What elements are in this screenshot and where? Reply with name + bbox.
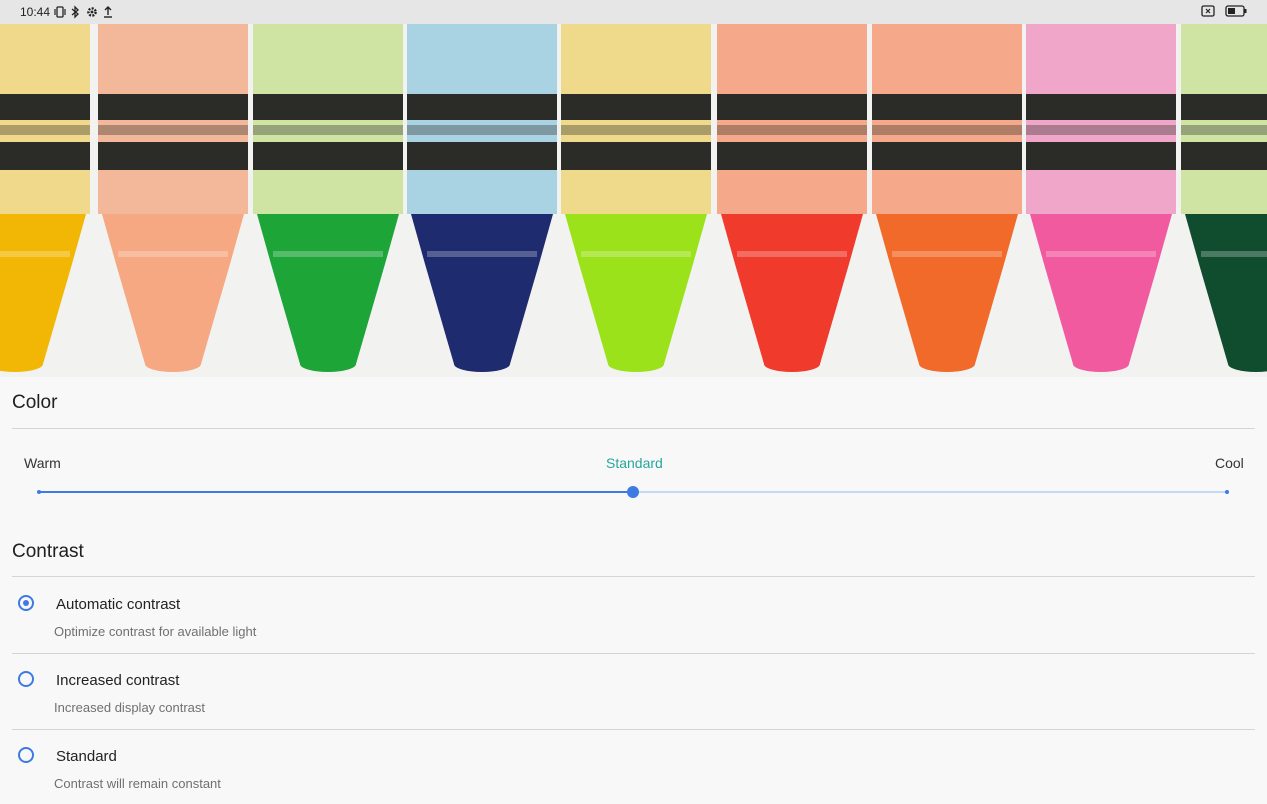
status-time: 10:44 [20,5,51,19]
option-automatic-contrast[interactable]: Automatic contrast Optimize contrast for… [12,577,1255,652]
option-description: Contrast will remain constant [54,776,221,791]
slider-thumb[interactable] [627,486,639,498]
option-description: Increased display contrast [54,700,206,715]
option-standard-contrast[interactable]: Standard Contrast will remain constant [12,729,1255,804]
slider-start-dot [37,490,41,494]
bluetooth-icon [70,5,82,19]
vibrate-icon [54,5,66,19]
option-title: Automatic contrast [56,596,181,613]
slider-fill [39,491,633,493]
status-bar: 10:44 [0,0,1267,24]
settings-icon [86,5,98,19]
color-temperature-slider[interactable] [37,486,1229,498]
upload-icon [102,5,114,19]
radio-increased-contrast[interactable] [18,671,34,687]
contrast-section-title: Contrast [12,541,84,562]
crayons-hero-image [0,24,1267,377]
radio-automatic-contrast[interactable] [18,595,34,611]
color-section-title: Color [12,392,58,413]
battery-icon [1225,4,1247,22]
option-title: Increased contrast [56,672,180,689]
option-increased-contrast[interactable]: Increased contrast Increased display con… [12,653,1255,728]
color-divider [12,428,1255,429]
option-title: Standard [56,748,117,765]
cool-label: Cool [1215,455,1244,471]
slider-end-dot [1225,490,1229,494]
radio-standard-contrast[interactable] [18,747,34,763]
warm-label: Warm [24,455,61,471]
standard-label: Standard [606,455,663,471]
option-description: Optimize contrast for available light [54,624,257,639]
no-sim-icon [1201,4,1215,22]
